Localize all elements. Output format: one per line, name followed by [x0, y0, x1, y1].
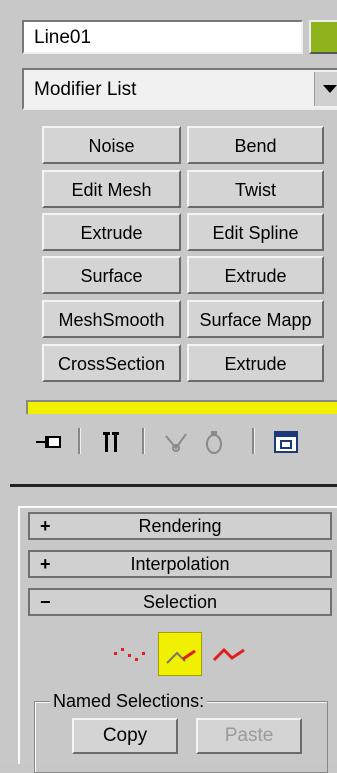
rollout-title: Selection [142, 592, 218, 612]
named-selections-title: Named Selections: [50, 691, 208, 712]
rollout-title: Rendering [138, 516, 222, 536]
rendering-rollout[interactable]: + Rendering [28, 512, 332, 540]
show-end-result-icon[interactable] [98, 428, 126, 456]
chevron-down-icon [323, 85, 337, 93]
edit-mesh-button[interactable]: Edit Mesh [42, 170, 181, 208]
make-unique-icon[interactable] [162, 428, 190, 456]
toolbar-divider [78, 428, 81, 454]
noise-button[interactable]: Noise [42, 126, 181, 164]
vertex-icon[interactable] [108, 632, 152, 676]
crosssection-button[interactable]: CrossSection [42, 344, 181, 382]
surface-button[interactable]: Surface [42, 256, 181, 294]
interpolation-rollout[interactable]: + Interpolation [28, 550, 332, 578]
toolbar-divider [252, 428, 255, 454]
bend-button[interactable]: Bend [187, 126, 324, 164]
extrude-button-3[interactable]: Extrude [187, 344, 324, 382]
spline-icon[interactable] [208, 632, 252, 676]
dropdown-arrow-button[interactable] [314, 72, 337, 106]
meshsmooth-button[interactable]: MeshSmooth [42, 300, 181, 338]
paste-button[interactable]: Paste [196, 718, 302, 754]
separator-line [10, 484, 337, 487]
rollout-title: Interpolation [130, 554, 230, 574]
toolbar-divider [142, 428, 145, 454]
selection-rollout[interactable]: − Selection [28, 588, 332, 616]
extrude-button-2[interactable]: Extrude [187, 256, 324, 294]
segment-icon[interactable] [158, 632, 202, 676]
remove-modifier-icon[interactable] [200, 428, 228, 456]
object-color-swatch[interactable] [309, 20, 337, 54]
modifier-list-dropdown[interactable]: Modifier List [22, 68, 337, 110]
object-name-field[interactable]: Line01 [22, 20, 303, 54]
twist-button[interactable]: Twist [187, 170, 324, 208]
subobject-selector [108, 632, 258, 676]
pin-stack-icon[interactable] [34, 428, 62, 456]
modify-panel: Line01 Modifier List Noise Bend Edit Mes… [0, 0, 337, 773]
modifier-list-label: Modifier List [34, 79, 137, 100]
stack-toolbar [20, 418, 337, 464]
modifier-stack-item[interactable] [26, 400, 337, 414]
extrude-button[interactable]: Extrude [42, 213, 181, 251]
configure-modifier-sets-icon[interactable] [272, 428, 300, 456]
edit-spline-button[interactable]: Edit Spline [187, 213, 324, 251]
copy-button[interactable]: Copy [72, 718, 178, 754]
surface-mapper-button[interactable]: Surface Mapp [187, 300, 324, 338]
